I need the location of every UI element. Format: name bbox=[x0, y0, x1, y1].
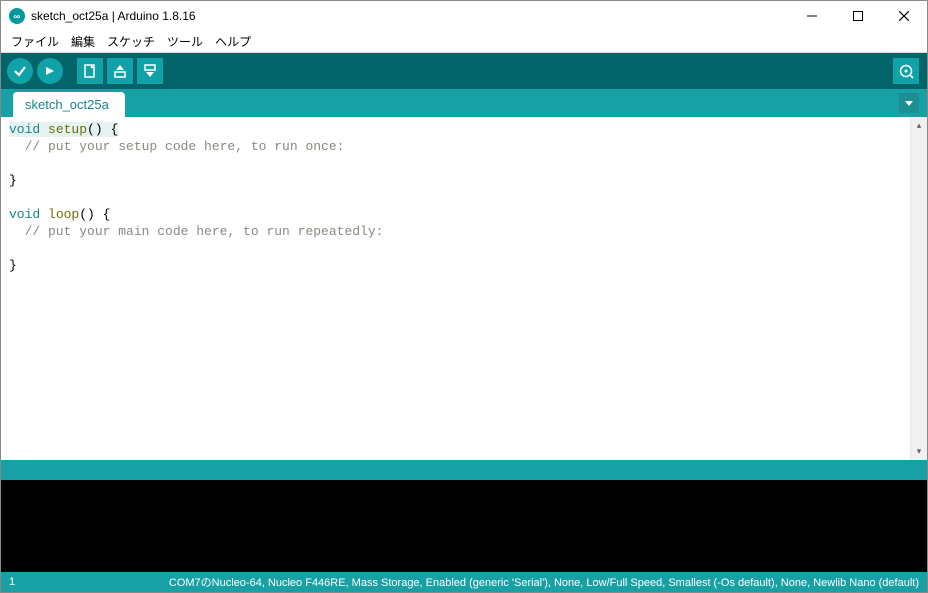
code-editor[interactable]: void setup() { // put your setup code he… bbox=[1, 117, 910, 460]
tabbar: sketch_oct25a bbox=[1, 89, 927, 117]
code-keyword: void bbox=[9, 122, 40, 137]
status-board-info: COM7のNucleo-64, Nucleo F446RE, Mass Stor… bbox=[89, 574, 919, 590]
menu-help[interactable]: ヘルプ bbox=[209, 31, 257, 52]
menu-edit[interactable]: 編集 bbox=[65, 31, 101, 52]
window-title: sketch_oct25a | Arduino 1.8.16 bbox=[31, 9, 789, 23]
window-controls bbox=[789, 1, 927, 31]
menu-tools[interactable]: ツール bbox=[161, 31, 209, 52]
tab-active[interactable]: sketch_oct25a bbox=[13, 92, 125, 117]
tab-menu-button[interactable] bbox=[899, 93, 919, 113]
status-line-number: 1 bbox=[9, 576, 89, 588]
menu-sketch[interactable]: スケッチ bbox=[101, 31, 161, 52]
code-text: () { bbox=[87, 122, 118, 137]
menubar: ファイル 編集 スケッチ ツール ヘルプ bbox=[1, 31, 927, 53]
code-text: } bbox=[9, 258, 17, 273]
vertical-scrollbar[interactable]: ▴ ▾ bbox=[910, 117, 927, 460]
upload-button[interactable] bbox=[37, 58, 63, 84]
verify-button[interactable] bbox=[7, 58, 33, 84]
close-button[interactable] bbox=[881, 1, 927, 31]
close-icon bbox=[899, 11, 909, 21]
new-file-icon bbox=[82, 63, 98, 79]
editor-area: void setup() { // put your setup code he… bbox=[1, 117, 927, 460]
serial-monitor-button[interactable] bbox=[893, 58, 919, 84]
code-function: setup bbox=[48, 122, 87, 137]
code-text: } bbox=[9, 173, 17, 188]
minimize-button[interactable] bbox=[789, 1, 835, 31]
arrow-up-icon bbox=[112, 63, 128, 79]
arduino-app-icon: ∞ bbox=[9, 8, 25, 24]
code-keyword: void bbox=[9, 207, 40, 222]
code-function: loop bbox=[48, 207, 79, 222]
serial-monitor-icon bbox=[898, 63, 914, 79]
arrow-right-icon bbox=[43, 64, 57, 78]
message-bar bbox=[1, 460, 927, 480]
statusbar: 1 COM7のNucleo-64, Nucleo F446RE, Mass St… bbox=[1, 572, 927, 592]
minimize-icon bbox=[807, 11, 817, 21]
chevron-down-icon bbox=[904, 98, 914, 108]
code-comment: // put your main code here, to run repea… bbox=[9, 224, 383, 239]
toolbar bbox=[1, 53, 927, 89]
new-button[interactable] bbox=[77, 58, 103, 84]
check-icon bbox=[13, 64, 27, 78]
titlebar: ∞ sketch_oct25a | Arduino 1.8.16 bbox=[1, 1, 927, 31]
maximize-button[interactable] bbox=[835, 1, 881, 31]
arduino-infinity-icon: ∞ bbox=[14, 12, 21, 21]
code-text: () { bbox=[79, 207, 110, 222]
arrow-down-icon bbox=[142, 63, 158, 79]
menu-file[interactable]: ファイル bbox=[5, 31, 65, 52]
scroll-up-icon: ▴ bbox=[911, 117, 927, 134]
open-button[interactable] bbox=[107, 58, 133, 84]
maximize-icon bbox=[853, 11, 863, 21]
save-button[interactable] bbox=[137, 58, 163, 84]
scroll-down-icon: ▾ bbox=[911, 443, 927, 460]
console-output[interactable] bbox=[1, 480, 927, 572]
code-comment: // put your setup code here, to run once… bbox=[9, 139, 344, 154]
